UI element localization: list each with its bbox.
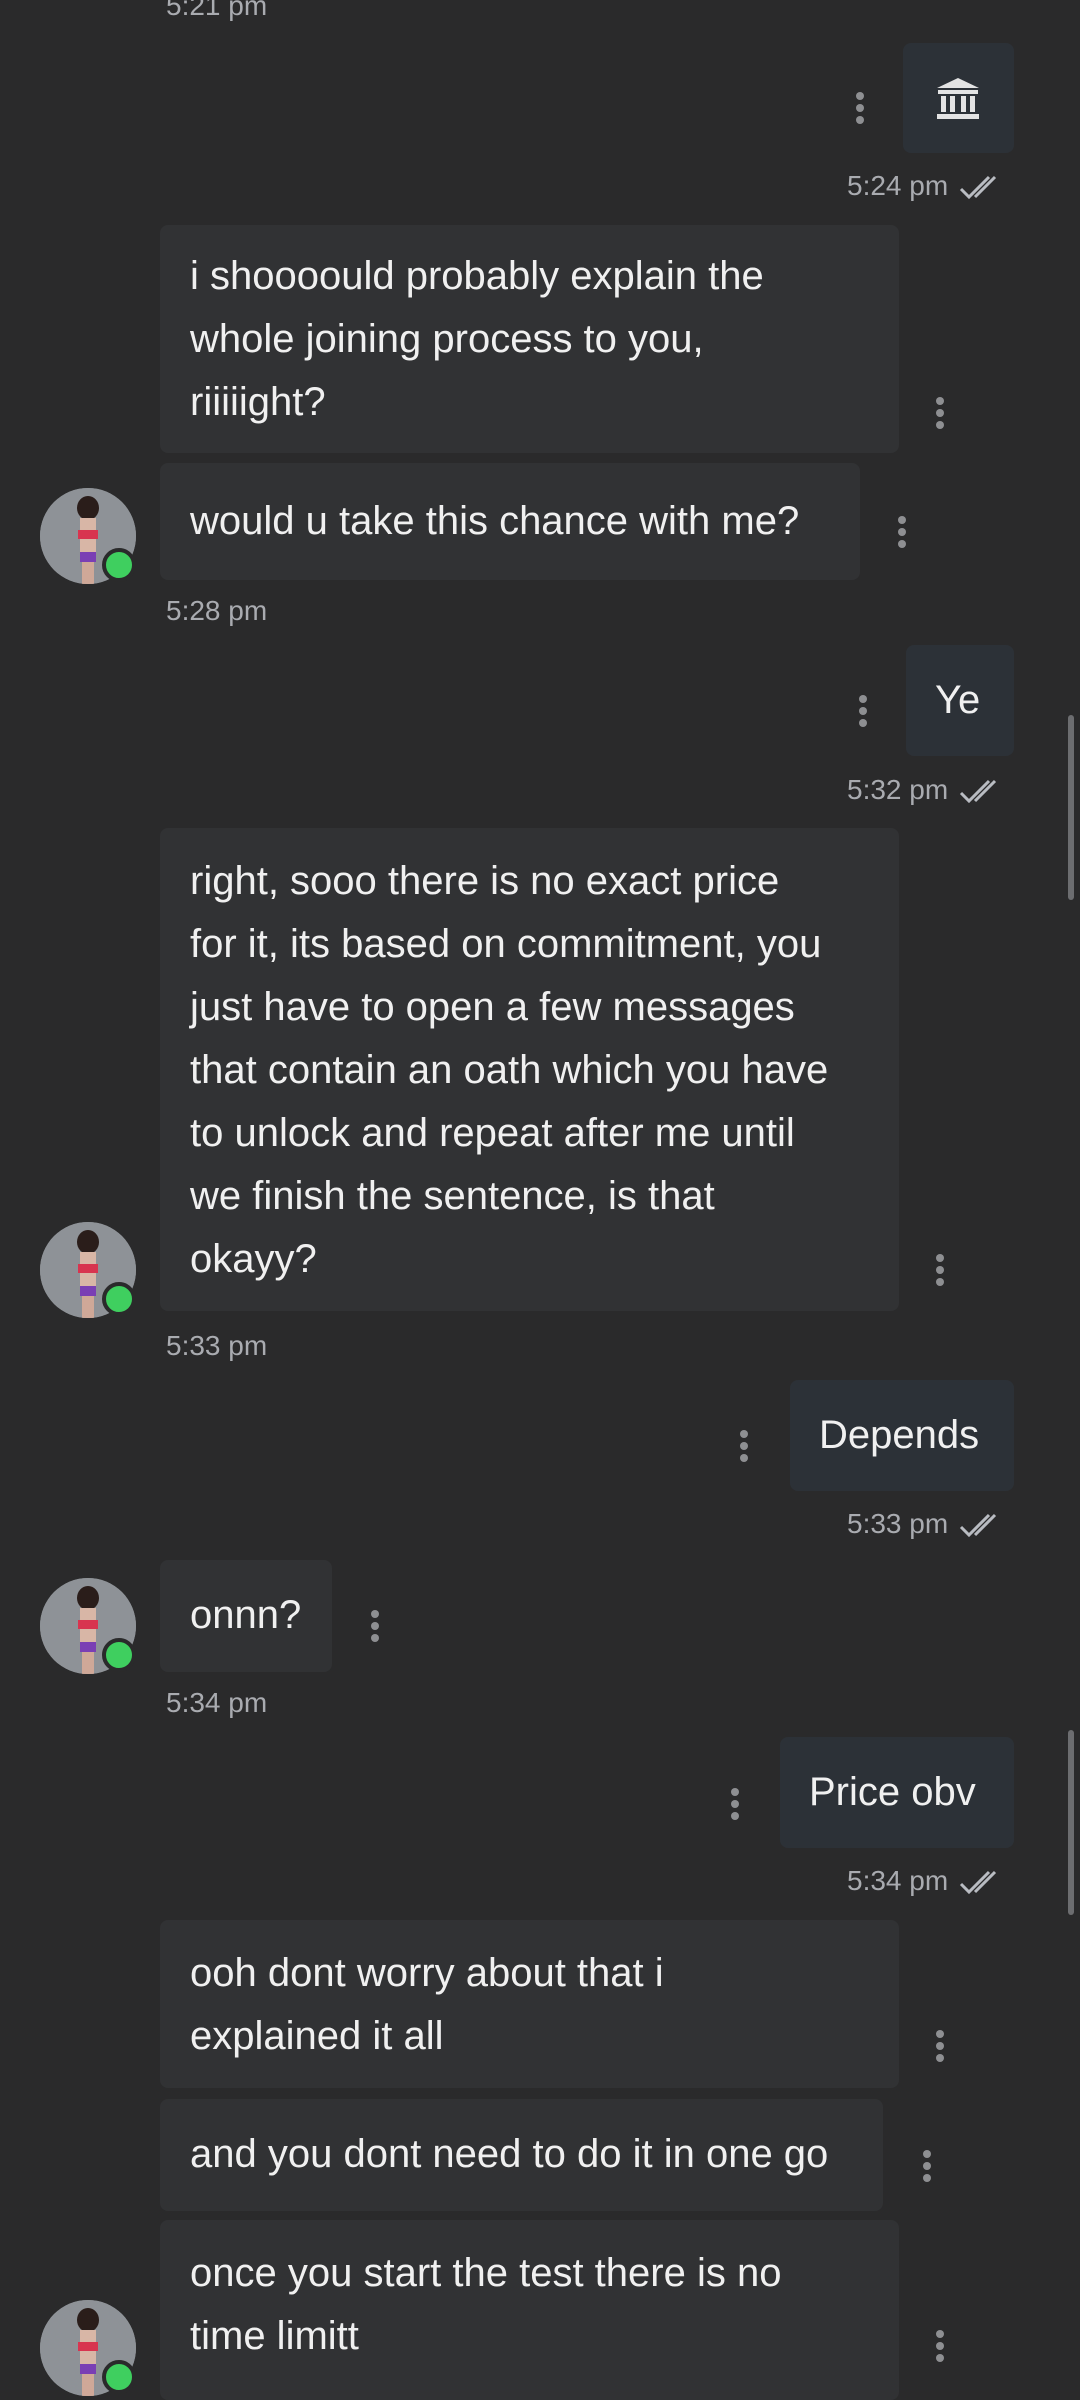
online-status-indicator [102,1638,136,1672]
avatar[interactable] [40,2300,136,2396]
more-options-icon[interactable] [858,695,868,729]
avatar[interactable] [40,488,136,584]
bank-icon [937,78,979,119]
online-status-indicator [102,2360,136,2394]
more-options-icon[interactable] [855,92,865,126]
message-text: Depends [819,1413,980,1457]
more-options-icon[interactable] [935,397,945,431]
timestamp: 5:28 pm [166,595,268,626]
more-options-icon[interactable] [897,516,907,550]
outgoing-message-bubble[interactable]: Depends [790,1380,1014,1491]
more-options-icon[interactable] [935,2330,945,2364]
timestamp: 5:34 pm [847,1865,949,1896]
incoming-message-bubble[interactable]: would u take this chance with me? [160,463,860,580]
more-options-icon[interactable] [739,1430,749,1464]
timestamp: 5:21 pm [166,0,268,21]
read-receipt-icon [959,779,997,804]
timestamp: 5:32 pm [847,774,949,805]
message-text: would u take this chance with me? [190,499,800,543]
avatar[interactable] [40,1222,136,1318]
more-options-icon[interactable] [935,2030,945,2064]
more-options-icon[interactable] [370,1610,380,1644]
more-options-icon[interactable] [922,2150,932,2184]
read-receipt-icon [959,175,997,200]
timestamp: 5:24 pm [847,170,949,201]
message-text: once you start the test there is no time… [190,2251,782,2358]
more-options-icon[interactable] [730,1788,740,1822]
timestamp: 5:34 pm [166,1687,268,1718]
read-receipt-icon [959,1870,997,1895]
online-status-indicator [102,548,136,582]
timestamp: 5:33 pm [847,1508,949,1539]
scrollbar-thumb[interactable] [1068,715,1074,900]
scrollbar-thumb[interactable] [1068,1730,1074,1915]
incoming-message-bubble[interactable]: ooh dont worry about that i explained it… [160,1920,899,2088]
message-text: i shoooould probably explain the whole j… [190,254,764,424]
incoming-message-bubble[interactable]: once you start the test there is no time… [160,2220,899,2400]
online-status-indicator [102,1282,136,1316]
avatar[interactable] [40,1578,136,1674]
outgoing-message-bubble[interactable] [903,43,1014,153]
message-text: onnn? [190,1593,302,1637]
outgoing-message-bubble[interactable]: Ye [906,645,1014,756]
incoming-message-bubble[interactable]: onnn? [160,1560,332,1672]
message-text: Price obv [809,1770,976,1814]
message-text: right, sooo there is no exact price for … [190,859,829,1281]
message-text: Ye [935,678,981,722]
incoming-message-bubble[interactable]: i shoooould probably explain the whole j… [160,225,899,453]
outgoing-message-bubble[interactable]: Price obv [780,1737,1014,1848]
read-receipt-icon [959,1513,997,1538]
message-text: and you dont need to do it in one go [190,2132,829,2176]
incoming-message-bubble[interactable]: right, sooo there is no exact price for … [160,828,899,1311]
message-text: ooh dont worry about that i explained it… [190,1951,664,2058]
incoming-message-bubble[interactable]: and you dont need to do it in one go [160,2099,883,2211]
more-options-icon[interactable] [935,1254,945,1288]
timestamp: 5:33 pm [166,1330,268,1361]
